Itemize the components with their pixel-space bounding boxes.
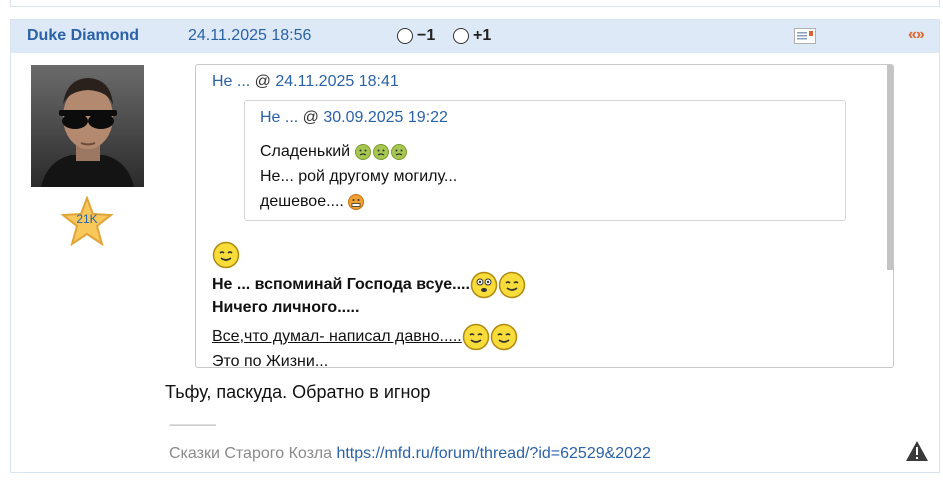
thinking-smiley-icon bbox=[470, 271, 498, 299]
vote-minus-radio[interactable] bbox=[397, 28, 413, 44]
signature-link[interactable]: https://mfd.ru/forum/thread/?id=62529&20… bbox=[336, 445, 650, 462]
smiley-icon bbox=[212, 241, 240, 269]
nauseated-face-icon bbox=[391, 144, 408, 160]
signature-text: Сказки Старого Козла bbox=[169, 445, 337, 462]
vote-plus-option[interactable]: +1 bbox=[453, 27, 491, 45]
smiley-icon bbox=[498, 271, 526, 299]
quote-inner-datetime-link[interactable]: 30.09.2025 19:22 bbox=[323, 109, 448, 126]
vote-plus-label: +1 bbox=[473, 27, 492, 44]
quote-outer-line-1-text: Не ... вспоминай Господа всуе.... bbox=[212, 276, 470, 293]
quote-block-outer: Не ... @ 24.11.2025 18:41 Не ... @ 30.09… bbox=[195, 64, 894, 368]
quote-outer-datetime-link[interactable]: 24.11.2025 18:41 bbox=[275, 73, 398, 90]
quote-outer-header: Не ... @ 24.11.2025 18:41 bbox=[212, 73, 399, 91]
quote-inner-separator: @ bbox=[298, 109, 324, 126]
post-header: Duke Diamond 24.11.2025 18:56 −1 +1 «» bbox=[11, 20, 939, 53]
quote-reply-button[interactable]: «» bbox=[908, 26, 925, 44]
reply-text: Тьфу, паскуда. Обратно в игнор bbox=[165, 382, 431, 402]
nauseated-face-icon bbox=[373, 144, 390, 160]
private-message-icon[interactable] bbox=[794, 28, 816, 44]
quote-outer-line-1: Не ... вспоминай Господа всуе.... bbox=[212, 271, 526, 299]
smiley-icon bbox=[462, 323, 489, 351]
forum-post: Duke Diamond 24.11.2025 18:56 −1 +1 «» 2… bbox=[10, 19, 940, 473]
quote-outer-line-3-text: Все,что думал- написал давно..... bbox=[212, 328, 462, 345]
quote-outer-line-4: Это по Жизни... bbox=[212, 353, 329, 368]
vote-plus-radio[interactable] bbox=[453, 28, 469, 44]
vote-minus-option[interactable]: −1 bbox=[397, 27, 435, 45]
signature-separator: -------------------- bbox=[169, 420, 217, 431]
smiley-icon bbox=[490, 323, 517, 351]
author-name-link[interactable]: Duke Diamond bbox=[27, 27, 139, 45]
previous-post-bottom bbox=[10, 0, 940, 7]
grimacing-face-icon bbox=[347, 194, 364, 210]
quote-block-inner: Не ... @ 30.09.2025 19:22 Сладенький Не.… bbox=[244, 100, 846, 221]
quote-outer-line-3: Все,что думал- написал давно..... bbox=[212, 323, 518, 351]
quote-inner-line-3: дешевое.... bbox=[260, 193, 364, 211]
post-datetime-link[interactable]: 24.11.2025 18:56 bbox=[188, 27, 311, 45]
signature: Сказки Старого Козла https://mfd.ru/foru… bbox=[169, 445, 651, 463]
user-avatar[interactable] bbox=[31, 65, 144, 187]
quote-outer-separator: @ bbox=[250, 73, 276, 90]
quote-inner-line-2: Не... рой другому могилу... bbox=[260, 168, 457, 186]
quote-inner-header: Не ... @ 30.09.2025 19:22 bbox=[260, 109, 448, 127]
quote-inner-line-3-text: дешевое.... bbox=[260, 193, 344, 210]
report-warning-icon[interactable] bbox=[905, 440, 929, 462]
quote-inner-author-link[interactable]: Не ... bbox=[260, 109, 298, 126]
vote-minus-label: −1 bbox=[417, 27, 436, 44]
nauseated-face-icon bbox=[355, 144, 372, 160]
quote-inner-line-2-text: Не... рой другому могилу... bbox=[260, 168, 458, 185]
quote-outer-line-2: Ничего личного..... bbox=[212, 299, 359, 317]
quote-inner-line-1-text: Сладенький bbox=[260, 143, 351, 160]
quote-scrollbar[interactable] bbox=[887, 65, 893, 270]
quote-outer-line-4-text: Это по Жизни... bbox=[212, 353, 329, 368]
quote-outer-line-2-text: Ничего личного..... bbox=[212, 299, 360, 316]
rating-value: 21K bbox=[76, 212, 98, 226]
quote-outer-author-link[interactable]: Не ... bbox=[212, 73, 250, 90]
quote-inner-line-1: Сладенький bbox=[260, 143, 408, 161]
